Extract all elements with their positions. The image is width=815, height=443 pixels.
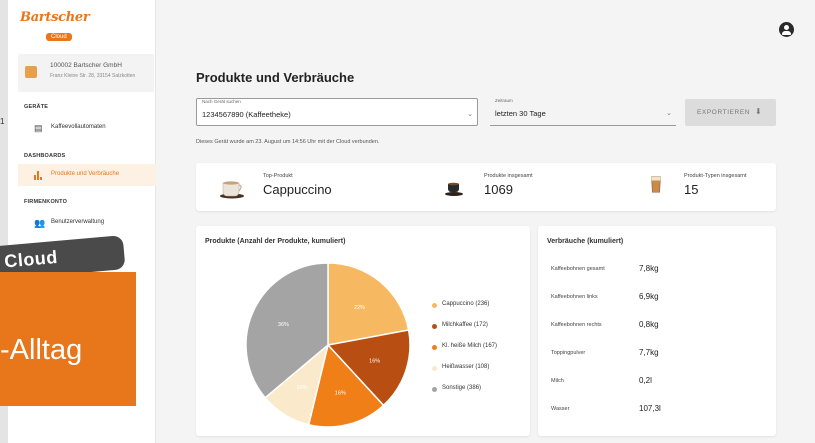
section-firmenkonto: FIRMENKONTO	[24, 199, 68, 205]
company-selector[interactable]: 100002 Bartscher GmbH Franz Kleine Str. …	[18, 54, 154, 92]
sidebar-item-benutzerverwaltung[interactable]: 👥 Benutzerverwaltung	[18, 212, 156, 234]
legend-label: Kl. heiße Milch (167)	[442, 343, 498, 349]
timerange-value: letzten 30 Tage	[495, 109, 546, 118]
kpi-top-product: Top-Produkt Cappuccino	[196, 163, 396, 211]
timerange-select[interactable]: Zeitraum letzten 30 Tage ⌄	[490, 98, 676, 126]
consumption-label: Wasser	[551, 406, 570, 412]
legend-swatch	[432, 345, 437, 350]
export-button[interactable]: EXPORTIEREN ⬇	[685, 99, 776, 126]
pie-slice-label: 10%	[297, 385, 308, 391]
section-geraete: GERÄTE	[24, 104, 49, 110]
edge-number: 1	[0, 117, 5, 126]
sidebar-item-label: Benutzerverwaltung	[51, 219, 105, 225]
company-name: 100002 Bartscher GmbH	[50, 62, 122, 69]
users-icon: 👥	[34, 218, 46, 228]
bar-chart-icon	[34, 170, 44, 180]
kpi-value: Cappuccino	[263, 182, 332, 197]
consumption-card-title: Verbräuche (kumuliert)	[547, 238, 624, 245]
kpi-label: Produkte insgesamt	[484, 173, 533, 179]
pie-slice-label: 16%	[369, 359, 380, 365]
consumption-row: Kaffeebohnen gesamt 7,8kg	[551, 257, 766, 285]
device-search-label: Nach Gerät suchen	[202, 99, 241, 104]
legend-label: Heißwasser (108)	[442, 364, 490, 370]
consumption-label: Kaffeebohnen rechts	[551, 322, 602, 328]
sidebar-item-kaffeevollautomaten[interactable]: ▤ Kaffeevollautomaten	[18, 117, 156, 139]
app-window: Bartscher Cloud 100002 Bartscher GmbH Fr…	[0, 0, 815, 443]
alltag-banner-text: -Alltag	[0, 334, 83, 366]
products-pie-card: Produkte (Anzahl der Produkte, kumuliert…	[196, 226, 530, 436]
account-avatar-icon[interactable]	[779, 22, 794, 37]
legend-label: Cappuccino (236)	[442, 301, 490, 307]
consumption-label: Toppingpulver	[551, 350, 586, 356]
cappuccino-cup-icon	[220, 181, 244, 199]
sidebar-item-produkte-verbraeuche[interactable]: Produkte und Verbräuche	[18, 164, 156, 186]
consumption-label: Milch	[551, 378, 564, 384]
pie-slice-label: 16%	[335, 391, 346, 397]
bartscher-logo[interactable]: Bartscher Cloud	[20, 10, 90, 41]
device-search-select[interactable]: Nach Gerät suchen 1234567890 (Kaffeethek…	[196, 98, 478, 126]
timerange-label: Zeitraum	[495, 98, 513, 103]
legend-label: Sonstige (386)	[442, 385, 482, 391]
page-title: Produkte und Verbräuche	[196, 70, 355, 85]
consumption-value: 7,7kg	[639, 348, 659, 357]
export-button-label: EXPORTIEREN	[697, 109, 751, 116]
products-pie-chart: 22% 16% 16% 10% 36%	[245, 262, 411, 428]
consumption-row: Kaffeebohnen rechts 0,8kg	[551, 313, 766, 341]
consumption-value: 0,2l	[639, 376, 652, 385]
sidebar-item-label: Kaffeevollautomaten	[51, 124, 106, 130]
alltag-banner: -Alltag	[0, 272, 136, 406]
logo-text: Bartscher	[20, 10, 90, 25]
legend-label: Milchkaffee (172)	[442, 322, 488, 328]
kpi-value: 15	[684, 182, 699, 197]
consumption-row: Milch 0,2l	[551, 369, 766, 397]
coffee-machine-icon: ▤	[34, 123, 43, 133]
kpi-value: 1069	[484, 182, 513, 197]
pie-slice-label: 22%	[354, 305, 365, 311]
consumption-value: 107,3l	[639, 404, 661, 413]
consumption-row: Toppingpulver 7,7kg	[551, 341, 766, 369]
connection-info: Dieses Gerät wurde am 23. August um 14:5…	[196, 139, 380, 145]
legend-swatch	[432, 303, 437, 308]
pie-slice-label: 36%	[278, 322, 289, 328]
consumption-label: Kaffeebohnen gesamt	[551, 266, 605, 272]
legend-swatch	[432, 366, 437, 371]
kpi-products-total: Produkte insgesamt 1069	[396, 163, 596, 211]
consumption-value: 0,8kg	[639, 320, 659, 329]
sidebar-item-label: Produkte und Verbräuche	[51, 171, 120, 177]
latte-glass-icon	[651, 176, 661, 193]
building-icon	[25, 66, 37, 78]
main-content: Produkte und Verbräuche Nach Gerät suche…	[157, 0, 815, 443]
company-address: Franz Kleine Str. 28, 33154 Salzkotten	[50, 73, 136, 79]
chevron-down-icon: ⌄	[467, 111, 473, 118]
chevron-down-icon: ⌄	[666, 110, 672, 117]
legend-swatch	[432, 387, 437, 392]
kpi-label: Produkt-Typen insgesamt	[684, 173, 747, 179]
consumption-card: Verbräuche (kumuliert) Kaffeebohnen gesa…	[538, 226, 776, 436]
kpi-card: Top-Produkt Cappuccino Produkte insgesam…	[196, 163, 776, 211]
consumption-label: Kaffeebohnen links	[551, 294, 598, 300]
cloud-banner-text: Cloud	[3, 246, 59, 272]
consumption-row: Wasser 107,3l	[551, 397, 766, 425]
device-search-value: 1234567890 (Kaffeetheke)	[202, 110, 291, 119]
pie-card-title: Produkte (Anzahl der Produkte, kumuliert…	[205, 238, 346, 245]
consumption-value: 7,8kg	[639, 264, 659, 273]
kpi-product-types: Produkt-Typen insgesamt 15	[596, 163, 776, 211]
legend-swatch	[432, 324, 437, 329]
consumption-row: Kaffeebohnen links 6,9kg	[551, 285, 766, 313]
download-icon: ⬇	[755, 107, 762, 116]
kpi-label: Top-Produkt	[263, 173, 293, 179]
logo-cloud-badge: Cloud	[46, 33, 72, 41]
espresso-cup-icon	[445, 182, 463, 196]
consumption-value: 6,9kg	[639, 292, 659, 301]
section-dashboards: DASHBOARDS	[24, 153, 66, 159]
